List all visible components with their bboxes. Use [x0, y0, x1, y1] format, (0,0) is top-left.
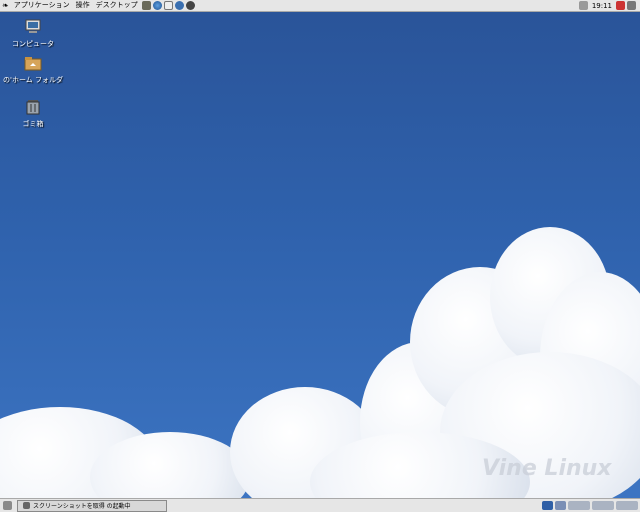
desktop-icon-trash[interactable]: ゴミ箱 — [3, 99, 63, 129]
bottom-panel: スクリーンショットを取得 の起動中 — [0, 498, 640, 512]
desktop-icon-home[interactable]: の'ホーム フォルダ — [3, 55, 63, 85]
trash-icon — [26, 100, 40, 115]
screenshot-icon — [23, 502, 30, 509]
home-folder-icon — [24, 57, 42, 71]
notification-icon[interactable] — [616, 1, 625, 10]
clock[interactable]: 19:11 — [592, 2, 612, 10]
workspace-3[interactable] — [568, 501, 590, 510]
window-list-icon[interactable] — [627, 1, 636, 10]
show-desktop-icon[interactable] — [3, 501, 12, 510]
menu-desktop[interactable]: デスクトップ — [93, 0, 141, 11]
desktop-icon-label: の'ホーム フォルダ — [3, 76, 63, 84]
help-icon[interactable] — [174, 1, 184, 10]
top-panel: ❧ アプリケーション 操作 デスクトップ 19:11 — [0, 0, 640, 12]
browser-globe-icon[interactable] — [152, 1, 162, 10]
taskbar-button-label: スクリーンショットを取得 の起動中 — [33, 503, 131, 510]
text-editor-icon[interactable] — [141, 1, 151, 10]
desktop[interactable]: コンピュータ の'ホーム フォルダ ゴミ箱 Vine Linux — [0, 12, 640, 498]
workspace-1[interactable] — [542, 501, 553, 510]
foot-logo-icon[interactable]: ❧ — [2, 1, 9, 11]
desktop-icon-label: ゴミ箱 — [22, 120, 44, 128]
desktop-icon-label: コンピュータ — [12, 40, 54, 48]
workspace-2[interactable] — [555, 501, 566, 510]
settings-icon[interactable] — [185, 1, 195, 10]
workspace-4[interactable] — [592, 501, 614, 510]
computer-icon — [25, 19, 41, 33]
taskbar-button[interactable]: スクリーンショットを取得 の起動中 — [17, 499, 167, 512]
desktop-icon-computer[interactable]: コンピュータ — [3, 19, 63, 49]
vine-linux-watermark: Vine Linux — [482, 456, 612, 481]
menu-applications[interactable]: アプリケーション — [11, 0, 73, 11]
drive-icon[interactable] — [578, 1, 588, 10]
mail-icon[interactable] — [163, 1, 173, 10]
workspace-5[interactable] — [616, 501, 638, 510]
menu-actions[interactable]: 操作 — [73, 0, 93, 11]
